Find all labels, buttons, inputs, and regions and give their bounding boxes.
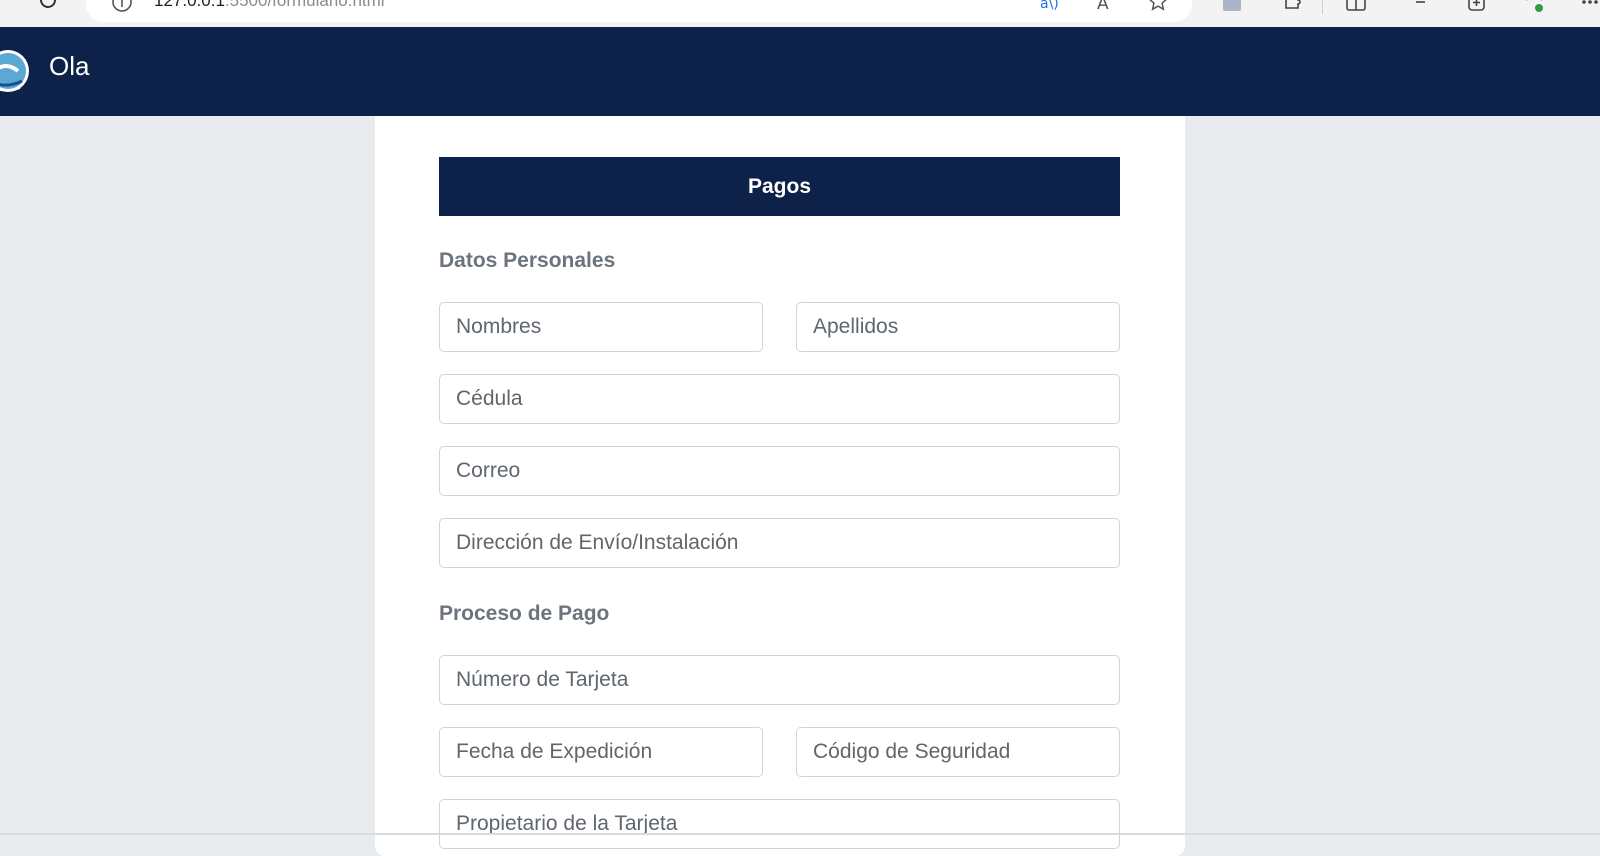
correo-input[interactable] bbox=[439, 446, 1120, 496]
svg-text:A: A bbox=[1097, 0, 1109, 14]
section-title-datos-personales: Datos Personales bbox=[439, 249, 616, 272]
wave-logo-icon[interactable] bbox=[0, 47, 30, 102]
form-header: Pagos bbox=[439, 157, 1120, 216]
cedula-input[interactable] bbox=[439, 374, 1120, 424]
direccion-input[interactable] bbox=[439, 518, 1120, 568]
url-host: 127.0.0.1 bbox=[154, 0, 225, 10]
refresh-icon[interactable] bbox=[36, 0, 60, 17]
numero-tarjeta-input[interactable] bbox=[439, 655, 1120, 705]
browser-toolbar: 127.0.0.1:5500/formulario.html a\) A bbox=[0, 0, 1600, 27]
brand-name[interactable]: Ola bbox=[49, 51, 89, 82]
section-title-proceso-de-pago: Proceso de Pago bbox=[439, 602, 610, 625]
apellidos-input[interactable] bbox=[796, 302, 1120, 352]
favorites-list-icon[interactable] bbox=[1404, 0, 1428, 19]
nombres-input[interactable] bbox=[439, 302, 763, 352]
codigo-seguridad-input[interactable] bbox=[796, 727, 1120, 777]
extension-icon[interactable] bbox=[1220, 0, 1244, 19]
text-size-icon[interactable]: A bbox=[1096, 0, 1120, 19]
collections-icon[interactable] bbox=[1464, 0, 1488, 19]
browser-essentials-icon[interactable] bbox=[1522, 0, 1548, 21]
svg-text:a\): a\) bbox=[1040, 0, 1059, 12]
propietario-tarjeta-input[interactable] bbox=[439, 799, 1120, 849]
toolbar-separator bbox=[1322, 0, 1323, 14]
fecha-expedicion-input[interactable] bbox=[439, 727, 763, 777]
more-icon[interactable] bbox=[1580, 0, 1600, 19]
site-info-icon[interactable] bbox=[110, 0, 134, 19]
url-text[interactable]: 127.0.0.1:5500/formulario.html bbox=[154, 0, 385, 11]
puzzle-icon[interactable] bbox=[1280, 0, 1304, 19]
split-screen-icon[interactable] bbox=[1344, 0, 1368, 19]
url-path: :5500/formulario.html bbox=[224, 0, 385, 10]
favorite-star-icon[interactable] bbox=[1146, 0, 1170, 19]
payment-form-card: Pagos Datos Personales Proceso de Pago bbox=[375, 116, 1185, 856]
navbar: Ola bbox=[0, 27, 1600, 116]
read-aloud-icon[interactable]: a\) bbox=[1040, 0, 1066, 19]
